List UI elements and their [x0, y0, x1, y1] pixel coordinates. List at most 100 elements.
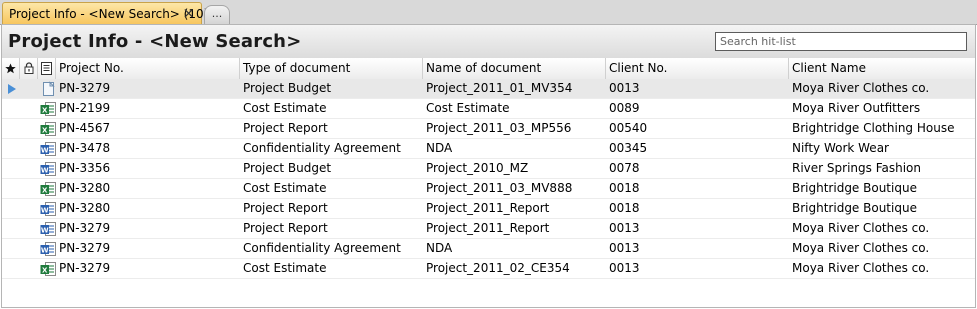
table-row[interactable]: W PN-3279 Confidentiality Agreement NDA 0013…: [2, 239, 975, 259]
cell-name-of-document: Project_2011_03_MP556: [426, 121, 572, 135]
cell-client-name: Moya River Clothes co.: [792, 261, 930, 275]
cell-client-name: River Springs Fashion: [792, 161, 921, 175]
cell-client-name: Moya River Clothes co.: [792, 241, 930, 255]
excel-document-icon: X: [40, 262, 56, 276]
cell-type-of-document: Confidentiality Agreement: [243, 141, 401, 155]
column-header-row: Project No. Type of document Name of doc…: [2, 58, 975, 80]
star-icon: [5, 63, 16, 74]
cell-client-no: 0018: [609, 201, 640, 215]
cell-client-name: Brightridge Clothing House: [792, 121, 955, 135]
generic-document-icon: [43, 81, 55, 96]
close-icon[interactable]: ×: [182, 4, 195, 22]
cell-client-no: 0013: [609, 81, 640, 95]
table-row[interactable]: W PN-3280 Project Report Project_2011_Repor…: [2, 199, 975, 219]
table-row[interactable]: X PN-3279 Cost Estimate Project_2011_02_CE3…: [2, 259, 975, 279]
svg-text:W: W: [41, 206, 49, 214]
cell-client-no: 0018: [609, 181, 640, 195]
cell-name-of-document: NDA: [426, 241, 453, 255]
svg-text:W: W: [41, 226, 49, 234]
cell-type-of-document: Project Budget: [243, 161, 332, 175]
document-icon: [41, 62, 52, 75]
cell-client-name: Brightridge Boutique: [792, 201, 917, 215]
excel-document-icon: X: [40, 102, 56, 116]
tab-strip: Project Info - <New Search> (10) × ...: [0, 0, 977, 25]
panel-header: Project Info - <New Search>: [2, 25, 975, 59]
cell-name-of-document: Project_2011_03_MV888: [426, 181, 573, 195]
table-row[interactable]: X PN-2199 Cost Estimate Cost Estimate 0089 Mo…: [2, 99, 975, 119]
tab-project-info[interactable]: Project Info - <New Search> (10) ×: [2, 2, 208, 24]
cell-project-no: PN-4567: [59, 121, 111, 135]
column-lock[interactable]: [20, 58, 38, 79]
cell-name-of-document: Project_2011_Report: [426, 201, 550, 215]
cell-client-no: 0013: [609, 261, 640, 275]
word-document-icon: W: [40, 142, 56, 156]
word-document-icon: W: [40, 162, 56, 176]
svg-text:W: W: [41, 146, 49, 154]
cell-name-of-document: NDA: [426, 141, 453, 155]
svg-text:X: X: [42, 106, 48, 114]
cell-type-of-document: Cost Estimate: [243, 101, 327, 115]
cell-project-no: PN-3279: [59, 261, 111, 275]
table-row[interactable]: W PN-3356 Project Budget Project_2010_MZ 007…: [2, 159, 975, 179]
cell-project-no: PN-2199: [59, 101, 111, 115]
svg-text:X: X: [42, 126, 48, 134]
excel-document-icon: X: [40, 182, 56, 196]
cell-project-no: PN-3279: [59, 221, 111, 235]
column-name-of-document[interactable]: Name of document: [423, 58, 606, 79]
cell-type-of-document: Project Report: [243, 201, 328, 215]
cell-client-name: Brightridge Boutique: [792, 181, 917, 195]
cell-client-no: 0078: [609, 161, 640, 175]
cell-client-no: 0013: [609, 241, 640, 255]
column-favorite[interactable]: [2, 58, 20, 79]
cell-client-name: Moya River Clothes co.: [792, 221, 930, 235]
table-row[interactable]: X PN-4567 Project Report Project_2011_03_MP…: [2, 119, 975, 139]
cell-name-of-document: Project_2010_MZ: [426, 161, 529, 175]
column-type-of-document[interactable]: Type of document: [240, 58, 423, 79]
cell-type-of-document: Project Report: [243, 121, 328, 135]
column-project-no[interactable]: Project No.: [56, 58, 240, 79]
cell-client-name: Moya River Clothes co.: [792, 81, 930, 95]
svg-text:X: X: [42, 266, 48, 274]
cell-client-no: 00540: [609, 121, 648, 135]
cell-client-no: 0013: [609, 221, 640, 235]
cell-project-no: PN-3280: [59, 201, 111, 215]
cell-name-of-document: Cost Estimate: [426, 101, 510, 115]
hit-list-panel: Project Info - <New Search> Project No.: [1, 24, 976, 308]
cell-type-of-document: Project Budget: [243, 81, 332, 95]
cell-project-no: PN-3478: [59, 141, 111, 155]
cell-project-no: PN-3279: [59, 241, 111, 255]
table-row[interactable]: W PN-3279 Project Report Project_2011_Repor…: [2, 219, 975, 239]
table-row[interactable]: W PN-3478 Confidentiality Agreement NDA 0034…: [2, 139, 975, 159]
word-document-icon: W: [40, 202, 56, 216]
column-client-name[interactable]: Client Name: [789, 58, 975, 79]
table-row[interactable]: X PN-3280 Cost Estimate Project_2011_03_MV8…: [2, 179, 975, 199]
excel-document-icon: X: [40, 122, 56, 136]
row-pointer-icon: [8, 84, 16, 94]
lock-icon: [24, 62, 33, 74]
page-title: Project Info - <New Search>: [8, 31, 302, 52]
svg-text:W: W: [41, 166, 49, 174]
column-document[interactable]: [38, 58, 56, 79]
word-document-icon: W: [40, 242, 56, 256]
word-document-icon: W: [40, 222, 56, 236]
cell-type-of-document: Cost Estimate: [243, 181, 327, 195]
cell-type-of-document: Project Report: [243, 221, 328, 235]
cell-name-of-document: Project_2011_02_CE354: [426, 261, 570, 275]
search-input[interactable]: [715, 32, 967, 51]
cell-name-of-document: Project_2011_Report: [426, 221, 550, 235]
cell-client-no: 00345: [609, 141, 648, 155]
result-list: PN-3279 Project Budget Project_2011_01_MV3…: [2, 79, 975, 279]
svg-text:X: X: [42, 186, 48, 194]
cell-client-no: 0089: [609, 101, 640, 115]
cell-name-of-document: Project_2011_01_MV354: [426, 81, 573, 95]
cell-type-of-document: Confidentiality Agreement: [243, 241, 401, 255]
cell-project-no: PN-3356: [59, 161, 111, 175]
cell-project-no: PN-3280: [59, 181, 111, 195]
cell-client-name: Nifty Work Wear: [792, 141, 889, 155]
tab-label: Project Info - <New Search> (10): [9, 7, 209, 21]
table-row[interactable]: PN-3279 Project Budget Project_2011_01_MV3…: [2, 79, 975, 99]
svg-text:W: W: [41, 246, 49, 254]
cell-project-no: PN-3279: [59, 81, 111, 95]
more-tabs-button[interactable]: ...: [204, 5, 230, 24]
column-client-no[interactable]: Client No.: [606, 58, 789, 79]
